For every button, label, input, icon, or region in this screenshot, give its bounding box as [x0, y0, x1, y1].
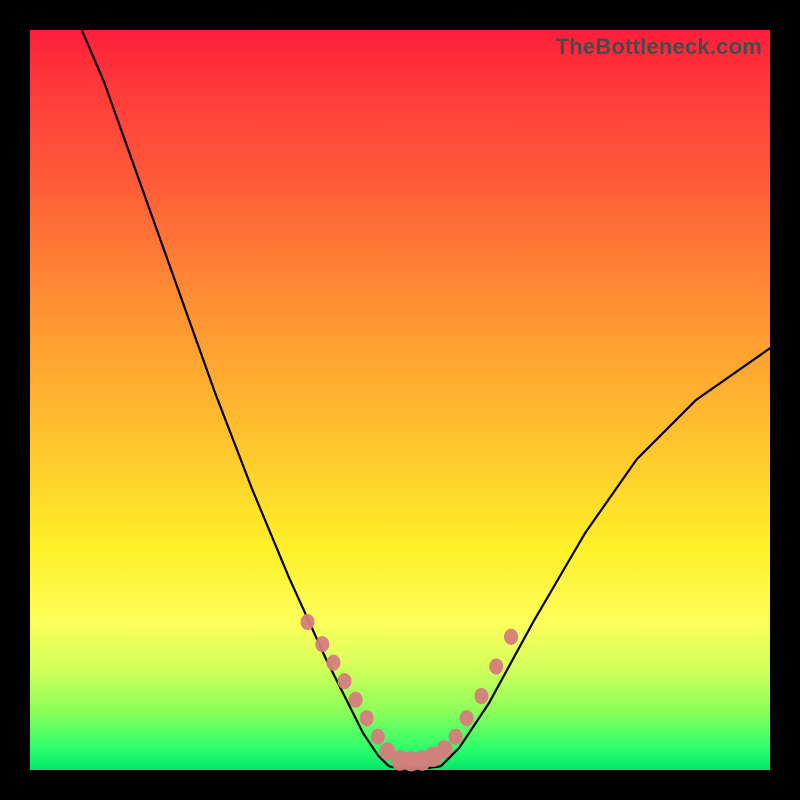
marker-dot	[338, 673, 352, 689]
chart-overlay	[30, 30, 770, 770]
marker-dot	[436, 740, 452, 758]
marker-dot	[460, 710, 474, 726]
marker-dot	[326, 655, 340, 671]
marker-group	[301, 614, 519, 772]
curve-right-branch	[441, 348, 770, 766]
marker-dot	[315, 636, 329, 652]
marker-dot	[449, 729, 463, 745]
marker-dot	[360, 710, 374, 726]
marker-dot	[504, 629, 518, 645]
marker-dot	[301, 614, 315, 630]
curve-left-branch	[82, 30, 389, 766]
marker-dot	[349, 692, 363, 708]
marker-dot	[371, 729, 385, 745]
marker-dot	[489, 658, 503, 674]
chart-canvas: TheBottleneck.com	[0, 0, 800, 800]
marker-dot	[474, 688, 488, 704]
plot-area: TheBottleneck.com	[30, 30, 770, 770]
